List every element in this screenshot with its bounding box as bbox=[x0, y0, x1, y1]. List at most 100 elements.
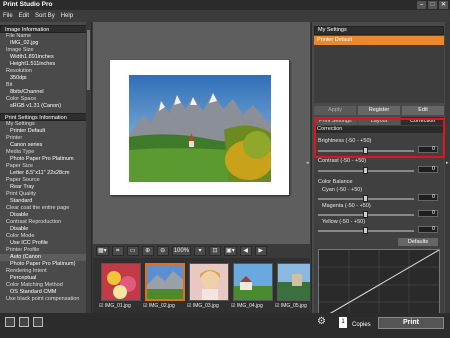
edit-button[interactable]: Edit bbox=[402, 106, 444, 115]
thumbnail-1-caption[interactable]: ☑ IMG_01.jpg bbox=[99, 303, 131, 309]
image-info-value: 350dpi bbox=[10, 75, 27, 81]
preview-toolbar: ▦▾ ⌗ ▭ ⊕ ⊖ 100% ▾ ⊡ ▣▾ ◀ ▶ bbox=[93, 244, 310, 258]
image-info-header[interactable]: Image Information bbox=[0, 25, 91, 33]
thumbnail-4[interactable] bbox=[233, 263, 273, 301]
thumbnail-2[interactable] bbox=[145, 263, 185, 301]
print-info-header[interactable]: Print Settings Information bbox=[0, 113, 91, 121]
print-info-value: Rear Tray bbox=[10, 184, 35, 190]
register-button[interactable]: Register bbox=[358, 106, 400, 115]
magenta-slider[interactable] bbox=[318, 211, 414, 218]
my-settings-header[interactable]: My Settings bbox=[314, 26, 444, 35]
contrast-slider[interactable] bbox=[318, 167, 414, 174]
menu-file[interactable]: File bbox=[3, 10, 13, 22]
image-info-value: sRGB v1.31 (Canon) bbox=[10, 103, 62, 109]
print-info-value: Auto (Canon bbox=[0, 254, 91, 261]
crop-icon[interactable]: ⌗ bbox=[111, 246, 124, 256]
image-info-list: File Name IMG_02.jpg Image Size Width1.891i… bbox=[0, 33, 91, 110]
zoom-dropdown-icon[interactable]: ▾ bbox=[194, 246, 207, 256]
thumbnail-1[interactable] bbox=[101, 263, 141, 301]
left-collapse-icon[interactable]: ◂ bbox=[306, 160, 310, 168]
print-info-value: Canon series bbox=[10, 142, 43, 148]
title-bar: Print Studio Pro – □ ✕ bbox=[0, 0, 450, 10]
next-page-icon[interactable]: ▶ bbox=[254, 246, 267, 256]
view-mode-button[interactable]: ▣▾ bbox=[224, 246, 237, 256]
apply-button[interactable]: Apply bbox=[314, 106, 356, 115]
yellow-label: Yellow (-50 - +50) bbox=[322, 219, 366, 225]
view-multi-icon[interactable] bbox=[33, 317, 43, 327]
tone-curve[interactable] bbox=[318, 249, 440, 321]
contrast-value[interactable]: 0 bbox=[418, 166, 438, 173]
settings-sidebar: My Settings Printer Default Apply Regist… bbox=[311, 22, 445, 324]
copies-input[interactable]: 1 bbox=[339, 317, 347, 328]
zoom-select[interactable]: 100% bbox=[171, 246, 192, 256]
cyan-slider[interactable] bbox=[318, 195, 414, 202]
preview-photo[interactable] bbox=[129, 75, 271, 182]
zoom-in-icon[interactable]: ⊕ bbox=[141, 246, 154, 256]
thumbnail-5[interactable] bbox=[277, 263, 310, 301]
preview-area bbox=[93, 22, 310, 244]
close-icon[interactable]: ✕ bbox=[439, 1, 448, 9]
my-settings-item-selected[interactable]: Printer Default bbox=[314, 36, 444, 45]
right-collapse-icon[interactable]: ▸ bbox=[446, 160, 450, 168]
contrast-label: Contrast (-50 - +50) bbox=[318, 158, 367, 164]
image-info-label: Image Size bbox=[6, 47, 34, 53]
print-info-value: Perceptual bbox=[10, 275, 37, 281]
yellow-value[interactable]: 0 bbox=[418, 226, 438, 233]
fit-icon[interactable]: ▭ bbox=[126, 246, 139, 256]
image-info-value: 8bits/Channel bbox=[10, 89, 44, 95]
yellow-slider[interactable] bbox=[318, 227, 414, 234]
print-info-label: Use black point compensation bbox=[6, 296, 80, 302]
thumbnail-strip: ☑ IMG_01.jpg ☑ IMG_02.jpg ☑ IMG_03.jpg ☑… bbox=[93, 258, 310, 314]
zoom-out-icon[interactable]: ⊖ bbox=[156, 246, 169, 256]
menu-sort-by[interactable]: Sort By bbox=[35, 10, 55, 22]
magenta-value[interactable]: 0 bbox=[418, 210, 438, 217]
thumbnail-3-caption[interactable]: ☑ IMG_03.jpg bbox=[187, 303, 219, 309]
cyan-knob[interactable] bbox=[363, 195, 368, 202]
menu-help[interactable]: Help bbox=[61, 10, 73, 22]
maximize-icon[interactable]: □ bbox=[428, 1, 437, 9]
cyan-label: Cyan (-50 - +50) bbox=[322, 187, 363, 193]
print-info-label: My Settings bbox=[6, 121, 35, 127]
menu-bar: File Edit Sort By Help bbox=[0, 10, 450, 22]
defaults-button[interactable]: Defaults bbox=[398, 238, 438, 246]
print-info-value: Printer Default bbox=[10, 128, 46, 134]
thumbnail-3[interactable] bbox=[189, 263, 229, 301]
thumbnail-2-caption[interactable]: ☑ IMG_02.jpg bbox=[143, 303, 175, 309]
print-info-value: Photo Paper Pro Platinum bbox=[10, 156, 74, 162]
magenta-knob[interactable] bbox=[363, 211, 368, 218]
contrast-knob[interactable] bbox=[363, 167, 368, 174]
gear-icon[interactable]: ⚙ bbox=[316, 316, 327, 327]
thumbnail-5-caption[interactable]: ☑ IMG_05.jpg bbox=[275, 303, 307, 309]
cyan-value[interactable]: 0 bbox=[418, 194, 438, 201]
print-info-label: Paper Source bbox=[6, 177, 40, 183]
menu-edit[interactable]: Edit bbox=[19, 10, 29, 22]
print-info-label: Print Quality bbox=[6, 191, 36, 197]
print-info-label: Color Matching Method bbox=[6, 282, 63, 288]
actual-size-icon[interactable]: ⊡ bbox=[209, 246, 222, 256]
app-title: Print Studio Pro bbox=[3, 1, 53, 8]
image-info-label: Resolution bbox=[6, 68, 32, 74]
layout-button[interactable]: ▦▾ bbox=[96, 246, 109, 256]
print-info-list: My Settings Printer Default Printer Canon s… bbox=[0, 121, 91, 303]
print-info-label: Color Mode bbox=[6, 233, 35, 239]
sidebar-scrollbar[interactable] bbox=[86, 22, 91, 324]
yellow-knob[interactable] bbox=[363, 227, 368, 234]
print-button[interactable]: Print bbox=[378, 317, 444, 329]
image-info-value: Width1.891inches bbox=[10, 54, 54, 60]
view-single-icon[interactable] bbox=[5, 317, 15, 327]
print-info-label: Clear coat the entire page bbox=[6, 205, 70, 211]
image-info-label: File Name bbox=[6, 33, 32, 39]
image-info-label: Bit bbox=[6, 82, 13, 88]
view-double-icon[interactable] bbox=[19, 317, 29, 327]
print-info-value: Photo Paper Pro Platinum) bbox=[10, 261, 76, 267]
image-info-label: Color Space bbox=[6, 96, 37, 102]
print-info-value: Disable bbox=[10, 226, 29, 232]
highlight-box bbox=[314, 118, 445, 158]
thumbnail-4-caption[interactable]: ☑ IMG_04.jpg bbox=[231, 303, 263, 309]
minimize-icon[interactable]: – bbox=[417, 1, 426, 9]
print-info-label: Contrast Reproduction bbox=[6, 219, 62, 225]
info-sidebar: Image Information File Name IMG_02.jpg Ima… bbox=[0, 22, 92, 324]
my-settings-list bbox=[314, 45, 444, 103]
prev-page-icon[interactable]: ◀ bbox=[239, 246, 252, 256]
print-info-label: Printer bbox=[6, 135, 23, 141]
